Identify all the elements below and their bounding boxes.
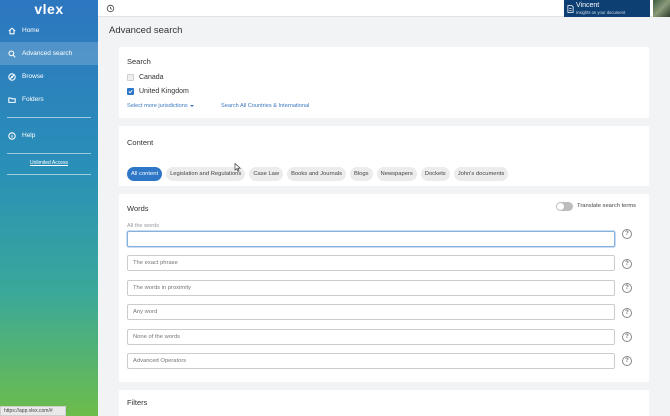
content-section-title: Content [127,138,154,147]
jurisdiction-label: United Kingdom [139,88,189,95]
proximity-input[interactable] [127,280,615,296]
sidebar-item-home[interactable]: Home [0,19,98,42]
document-icon [564,0,576,17]
chip-newspapers[interactable]: Newspapers [376,167,417,181]
exact-phrase-input[interactable] [127,255,615,271]
vincent-panel-button[interactable]: Vincent Insights on your document [564,0,650,17]
chip-johns-documents[interactable]: John's documents [453,167,509,181]
sidebar-item-browse[interactable]: Browse [0,65,98,88]
select-more-jurisdictions-link[interactable]: Select more jurisdictions [127,103,194,109]
chip-case-law[interactable]: Case Law [249,167,284,181]
translate-toggle[interactable] [556,202,573,211]
search-card: Search Canada United Kingdom Select more… [119,47,649,118]
all-words-input[interactable] [127,231,615,247]
sidebar-item-label: Browse [22,73,44,80]
words-section-title: Words [127,204,149,213]
sidebar-divider [7,153,91,154]
help-icon[interactable]: ? [622,308,632,318]
vincent-subtitle: Insights on your document [576,10,626,15]
sidebar-divider [7,174,91,175]
all-words-label: All the words [127,223,160,229]
help-icon[interactable]: ? [622,229,632,239]
sidebar: vlex Home Advanced search Browse Folders… [0,0,98,416]
vlex-logo[interactable]: vlex [0,0,98,17]
advanced-operators-input[interactable] [127,353,615,369]
sidebar-item-folders[interactable]: Folders [0,88,98,111]
chip-dockets[interactable]: Dockets [420,167,450,181]
status-bar-url: https://app.vlex.com/# [0,406,66,416]
any-word-input[interactable] [127,304,615,320]
sidebar-item-advanced-search[interactable]: Advanced search [0,42,98,65]
mouse-pointer-icon [234,163,241,172]
topbar: Vincent Insights on your document [98,0,670,17]
vincent-label: Vincent [576,2,600,9]
help-icon[interactable]: ? [622,332,632,342]
jurisdiction-label: Canada [139,74,164,81]
help-icon[interactable]: ? [622,259,632,269]
words-card: Words Translate search terms All the wor… [119,194,649,382]
checkmark-icon [128,89,133,94]
chip-blogs[interactable]: Blogs [350,167,373,181]
search-section-title: Search [127,57,151,66]
sidebar-item-help[interactable]: Help [0,124,98,147]
sidebar-item-label: Folders [22,96,44,103]
jurisdiction-canada[interactable]: Canada [127,74,164,81]
united-kingdom-checkbox[interactable] [127,88,134,95]
compass-icon [7,72,17,82]
search-all-countries-link[interactable]: Search All Countries & International [221,103,309,109]
canada-checkbox[interactable] [127,74,134,81]
search-icon [7,49,17,59]
chip-books-journals[interactable]: Books and Journals [287,167,347,181]
avatar[interactable] [653,0,670,17]
history-icon[interactable] [106,4,115,13]
filters-card: Filters [119,390,649,416]
help-icon[interactable]: ? [622,283,632,293]
none-of-words-input[interactable] [127,329,615,345]
home-icon [7,26,17,36]
sidebar-item-label: Help [22,132,36,139]
sidebar-item-label: Advanced search [22,50,73,57]
folder-icon [7,95,17,105]
translate-label: Translate search terms [577,203,637,209]
jurisdiction-united-kingdom[interactable]: United Kingdom [127,88,189,95]
help-icon[interactable]: ? [622,356,632,366]
content-type-chips: All content Legislation and Regulations … [127,167,512,181]
caret-down-icon [189,104,194,107]
page-title: Advanced search [109,25,183,36]
content-card: Content All content Legislation and Regu… [119,126,649,186]
select-more-label: Select more jurisdictions [127,103,188,109]
help-circle-icon [7,131,17,141]
sidebar-item-label: Home [22,27,40,34]
filters-section-title: Filters [127,398,148,407]
chip-all-content[interactable]: All content [127,167,163,181]
